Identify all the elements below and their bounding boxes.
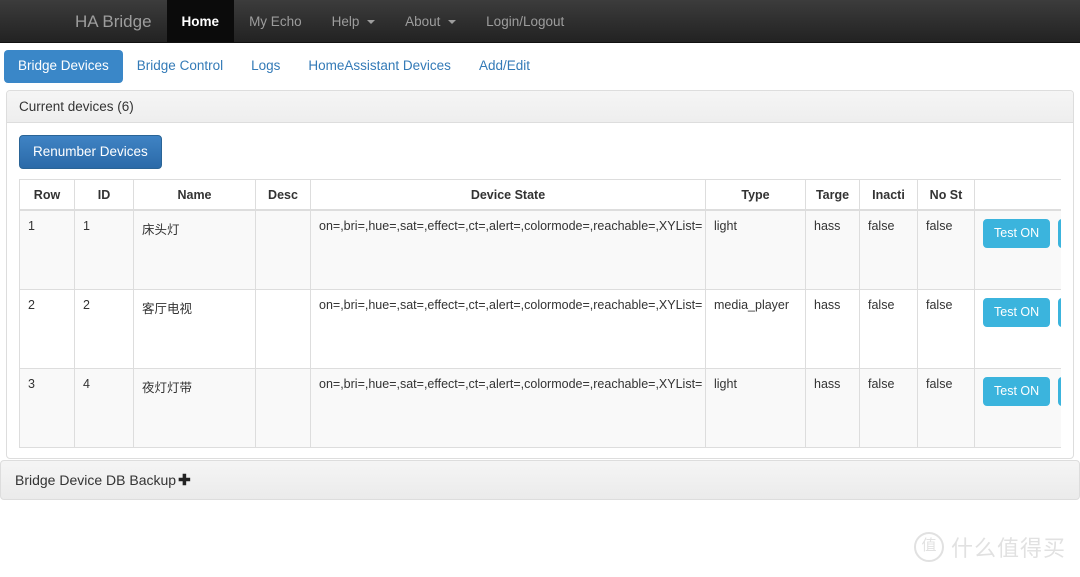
secondary-nav: Bridge Devices Bridge Control Logs HomeA…: [0, 43, 1080, 90]
cell-row: 2: [19, 289, 75, 370]
cell-id: 1: [74, 209, 134, 291]
tab-bridge-control[interactable]: Bridge Control: [123, 50, 237, 83]
cell-row: 1: [19, 209, 75, 291]
column-header-device-state[interactable]: Device State: [310, 179, 706, 212]
test-on-button[interactable]: Test ON: [983, 219, 1051, 249]
cell-id: 4: [74, 368, 134, 449]
cell-device-state: on=,bri=,hue=,sat=,effect=,ct=,alert=,co…: [310, 368, 706, 449]
devices-table-head: Row ID Name Desc Device State Type Targe…: [19, 179, 1061, 212]
cell-name: 夜灯灯带: [133, 368, 256, 449]
cell-actions: Test ON Test Dim Test OFF Edit/Copy Dele…: [974, 368, 1061, 449]
watermark: 值 什么值得买: [913, 531, 1066, 563]
watermark-badge: 值: [913, 532, 944, 562]
cell-actions: Test ON Test Dim Test OFF Edit/Copy Dele…: [974, 289, 1061, 370]
cell-type: light: [705, 209, 806, 291]
top-navbar: HA Bridge Home My Echo Help About Login/…: [0, 0, 1080, 43]
nav-item-home[interactable]: Home: [166, 0, 235, 42]
column-header-name[interactable]: Name: [133, 179, 256, 212]
test-dim-button[interactable]: Test Dim: [1057, 377, 1061, 407]
plus-icon[interactable]: ✚: [178, 472, 191, 489]
devices-table-wrapper: Row ID Name Desc Device State Type Targe…: [19, 179, 1061, 449]
column-header-type[interactable]: Type: [705, 179, 806, 212]
bridge-device-db-backup-label: Bridge Device DB Backup: [15, 472, 177, 488]
table-row: 1 1 床头灯 on=,bri=,hue=,sat=,effect=,ct=,a…: [19, 209, 1061, 291]
bridge-device-db-backup-panel[interactable]: Bridge Device DB Backup ✚: [0, 460, 1080, 500]
tab-bridge-devices[interactable]: Bridge Devices: [4, 50, 123, 83]
cell-actions: Test ON Test Dim Test OFF Edit/Copy Dele…: [974, 209, 1061, 291]
nav-item-login-logout[interactable]: Login/Logout: [471, 0, 579, 42]
test-on-button[interactable]: Test ON: [983, 377, 1051, 407]
column-header-row[interactable]: Row: [19, 179, 75, 212]
test-dim-button[interactable]: Test Dim: [1057, 219, 1061, 249]
column-header-actions: Actions: [974, 179, 1061, 212]
nav-item-login-logout-label: Login/Logout: [486, 14, 565, 29]
nav-item-my-echo-label: My Echo: [249, 14, 302, 29]
cell-target: hass: [805, 289, 860, 370]
cell-row: 3: [19, 368, 75, 449]
table-row: 3 4 夜灯灯带 on=,bri=,hue=,sat=,effect=,ct=,…: [19, 368, 1061, 449]
devices-table-body: 1 1 床头灯 on=,bri=,hue=,sat=,effect=,ct=,a…: [19, 209, 1061, 449]
current-devices-body: Renumber Devices Row ID Name Desc Device…: [7, 123, 1073, 458]
cell-desc: [255, 209, 311, 291]
chevron-down-icon: [448, 20, 457, 25]
cell-no-state: false: [917, 368, 975, 449]
current-devices-panel: Current devices (6) Renumber Devices Row…: [6, 90, 1074, 460]
cell-target: hass: [805, 368, 860, 449]
cell-inactive: false: [859, 209, 918, 291]
cell-inactive: false: [859, 368, 918, 449]
table-header-row: Row ID Name Desc Device State Type Targe…: [19, 179, 1061, 212]
nav-item-help[interactable]: Help: [317, 0, 391, 42]
renumber-devices-button[interactable]: Renumber Devices: [19, 135, 162, 170]
nav-item-home-label: Home: [181, 14, 220, 29]
cell-id: 2: [74, 289, 134, 370]
tab-add-edit[interactable]: Add/Edit: [465, 50, 544, 83]
column-header-id[interactable]: ID: [74, 179, 134, 212]
watermark-text: 什么值得买: [950, 537, 1066, 562]
cell-target: hass: [805, 209, 860, 291]
tab-homeassistant-devices[interactable]: HomeAssistant Devices: [294, 50, 465, 83]
brand-logo[interactable]: HA Bridge: [60, 0, 167, 42]
chevron-down-icon: [367, 20, 376, 25]
primary-nav: Home My Echo Help About Login/Logout: [166, 0, 580, 42]
cell-device-state: on=,bri=,hue=,sat=,effect=,ct=,alert=,co…: [310, 209, 706, 291]
cell-no-state: false: [917, 289, 975, 370]
tab-logs[interactable]: Logs: [237, 50, 294, 83]
current-devices-heading: Current devices (6): [7, 91, 1073, 123]
nav-item-my-echo[interactable]: My Echo: [234, 0, 317, 42]
cell-type: light: [705, 368, 806, 449]
cell-inactive: false: [859, 289, 918, 370]
column-header-no-state[interactable]: No St: [917, 179, 975, 212]
column-header-target[interactable]: Targe: [805, 179, 860, 212]
nav-item-help-label: Help: [331, 14, 360, 29]
test-dim-button[interactable]: Test Dim: [1057, 298, 1061, 328]
devices-table: Row ID Name Desc Device State Type Targe…: [19, 179, 1061, 449]
cell-desc: [255, 289, 311, 370]
cell-no-state: false: [917, 209, 975, 291]
test-on-button[interactable]: Test ON: [983, 298, 1051, 328]
cell-name: 床头灯: [133, 209, 256, 291]
cell-desc: [255, 368, 311, 449]
cell-device-state: on=,bri=,hue=,sat=,effect=,ct=,alert=,co…: [310, 289, 706, 370]
cell-name: 客厅电视: [133, 289, 256, 370]
cell-type: media_player: [705, 289, 806, 370]
table-row: 2 2 客厅电视 on=,bri=,hue=,sat=,effect=,ct=,…: [19, 289, 1061, 370]
column-header-inactive[interactable]: Inacti: [859, 179, 918, 212]
nav-item-about[interactable]: About: [390, 0, 471, 42]
nav-item-about-label: About: [405, 14, 441, 29]
column-header-desc[interactable]: Desc: [255, 179, 311, 212]
